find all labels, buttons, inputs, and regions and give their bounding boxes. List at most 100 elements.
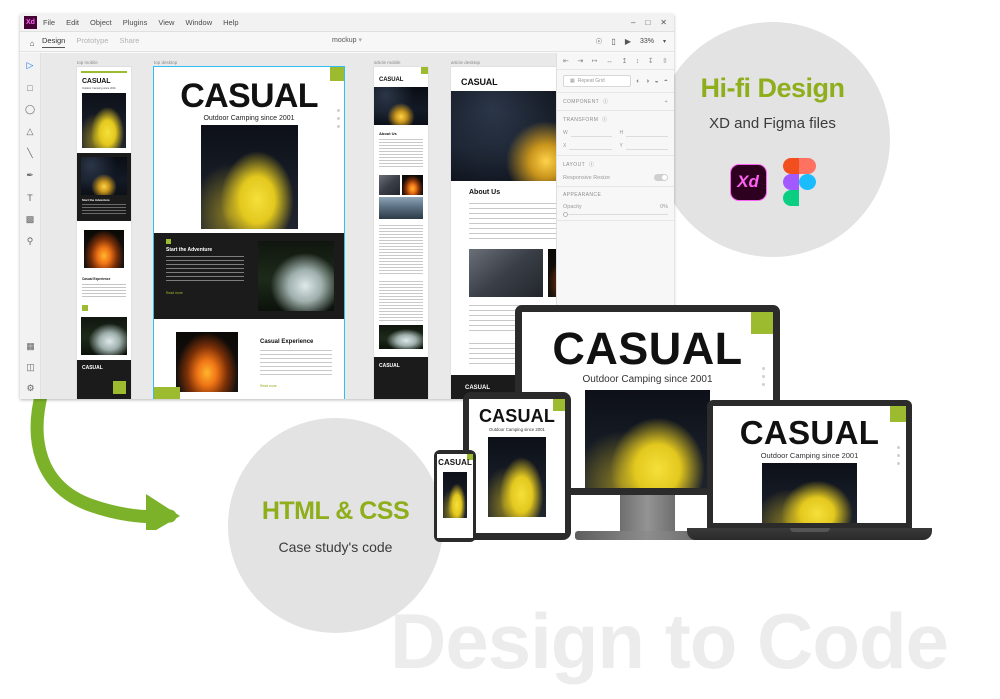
phone-mockup: CASUAL [434,450,476,542]
tab-share[interactable]: Share [119,36,139,48]
opacity-slider-knob[interactable] [563,211,568,217]
zoom-level[interactable]: 33% [640,38,654,45]
menu-bar[interactable]: File Edit Object Plugins View Window Hel… [43,18,239,27]
responsive-resize-row[interactable]: Responsive Resize [563,174,668,181]
badge-html-title: HTML & CSS [261,496,410,525]
laptop-hero-image [762,463,857,523]
width-input[interactable] [570,129,612,137]
artboard-label-article-desktop[interactable]: article desktop [451,60,480,65]
repeat-grid-row[interactable]: ▦ Repeat Grid ◐ ◑ ◒ ◓ [557,70,674,93]
preview-controls[interactable]: ☉ ▯ ▶ 33% ▾ [595,37,674,46]
menu-item-plugins[interactable]: Plugins [123,18,148,27]
menu-item-help[interactable]: Help [223,18,238,27]
align-bottom-icon[interactable]: ↧ [648,57,654,65]
badge-hifi-title: Hi-fi Design [700,73,845,103]
assets-icon[interactable]: ▦ [24,340,37,353]
info-icon[interactable]: ⓘ [602,116,607,123]
line-tool[interactable]: ╲ [24,147,37,160]
rectangle-tool[interactable]: □ [24,81,37,94]
menu-item-window[interactable]: Window [185,18,212,27]
design-canvas[interactable]: top mobile top desktop article mobile ar… [41,53,556,399]
desktop-tagline: Outdoor Camping since 2001 [203,115,295,122]
distribute-v-icon[interactable]: ⇳ [662,57,668,65]
minimize-button[interactable]: – [631,18,635,27]
alignment-toolbar[interactable]: ⇤ ⇥ ↦ ↔ ↥ ↕ ↧ ⇳ [557,53,674,70]
ellipse-tool[interactable]: ◯ [24,103,37,116]
layout-title: LAYOUT [563,161,586,168]
appearance-section[interactable]: APPEARANCE Opacity 0% [557,187,674,221]
text-tool[interactable]: T [24,191,37,204]
tab-design[interactable]: Design [42,36,66,48]
align-top-icon[interactable]: ↥ [621,57,627,65]
mode-tabs[interactable]: Design Prototype Share [42,36,139,48]
desktop-fire-image [176,332,238,392]
boolean-subtract-icon[interactable]: ◑ [645,78,649,85]
tab-prototype[interactable]: Prototype [76,36,108,48]
artboard-label-top-desktop[interactable]: top desktop [154,60,177,65]
transform-title: TRANSFORM [563,116,599,123]
height-field[interactable]: H [619,129,668,137]
info-icon[interactable]: ⓘ [589,161,594,168]
artboard-label-top-mobile[interactable]: top mobile [77,60,98,65]
layout-section[interactable]: LAYOUT ⓘ Responsive Resize [557,156,674,187]
plugins-icon[interactable]: ⚙ [24,382,37,395]
boolean-add-icon[interactable]: ◐ [636,78,640,85]
pen-tool[interactable]: ✒ [24,169,37,182]
menu-item-object[interactable]: Object [90,18,112,27]
desktop-cta-dark[interactable]: Read more [166,291,183,295]
boolean-intersect-icon[interactable]: ◒ [655,78,659,85]
info-icon[interactable]: ⓘ [603,98,608,105]
layers-icon[interactable]: ◫ [24,361,37,374]
height-label: H [619,130,624,136]
x-input[interactable] [569,142,612,150]
add-component-button[interactable]: + [665,99,668,105]
menu-item-view[interactable]: View [158,18,174,27]
monitor-brand: CASUAL [552,323,743,374]
align-center-h-icon[interactable]: ⇥ [577,57,583,65]
boolean-exclude-icon[interactable]: ◓ [664,78,668,85]
device-preview-icon[interactable]: ▯ [611,37,615,46]
home-icon[interactable]: ⌂ [25,33,39,53]
component-header: COMPONENT ⓘ + [563,98,668,106]
artboard-label-article-mobile[interactable]: article mobile [374,60,401,65]
maximize-button[interactable]: □ [645,18,650,27]
laptop-tagline: Outdoor Camping since 2001 [760,451,859,460]
mobile-brand: CASUAL [82,78,111,85]
window-controls[interactable]: – □ ✕ [631,18,674,27]
distribute-h-icon[interactable]: ↔ [606,58,613,65]
opacity-slider[interactable] [563,211,668,217]
align-middle-v-icon[interactable]: ↕ [636,58,640,65]
y-input[interactable] [625,142,668,150]
desktop-cta-light[interactable]: Read more [260,384,277,388]
component-section[interactable]: COMPONENT ⓘ + [557,93,674,111]
badge-hifi-subtitle: XD and Figma files [709,115,836,132]
chevron-down-icon[interactable]: ▾ [663,38,666,45]
opacity-value[interactable]: 0% [660,204,668,210]
artboard-top-desktop[interactable]: CASUAL Outdoor Camping since 2001 Start … [154,67,344,399]
artboard-article-mobile[interactable]: CASUAL About Us CASUAL [374,67,428,399]
adobe-xd-logo: Xd [729,163,767,201]
menu-item-file[interactable]: File [43,18,55,27]
y-field[interactable]: Y [620,142,668,150]
close-button[interactable]: ✕ [660,18,667,27]
desktop-forest-image [258,241,334,311]
artboard-tool[interactable]: ▩ [24,213,37,226]
align-left-icon[interactable]: ⇤ [563,57,569,65]
opacity-row[interactable]: Opacity 0% [563,204,668,210]
artboard-top-mobile[interactable]: CASUAL Outdoor Camping since 2001 Start … [77,67,131,399]
width-field[interactable]: W [563,129,612,137]
figma-logo [782,158,816,206]
transform-section[interactable]: TRANSFORM ⓘ W H X Y [557,111,674,156]
responsive-resize-toggle[interactable] [654,174,668,181]
tools-sidebar-bottom[interactable]: ▦ ◫ ⚙ [20,340,41,395]
polygon-tool[interactable]: △ [24,125,37,138]
align-right-icon[interactable]: ↦ [592,57,598,65]
menu-item-edit[interactable]: Edit [66,18,79,27]
height-input[interactable] [626,129,668,137]
x-field[interactable]: X [563,142,612,150]
play-icon[interactable]: ▶ [625,37,631,46]
select-tool[interactable]: ▷ [24,59,37,72]
zoom-tool[interactable]: ⚲ [24,235,37,248]
repeat-grid-button[interactable]: ▦ Repeat Grid [563,75,632,87]
cloud-icon[interactable]: ☉ [595,37,602,46]
